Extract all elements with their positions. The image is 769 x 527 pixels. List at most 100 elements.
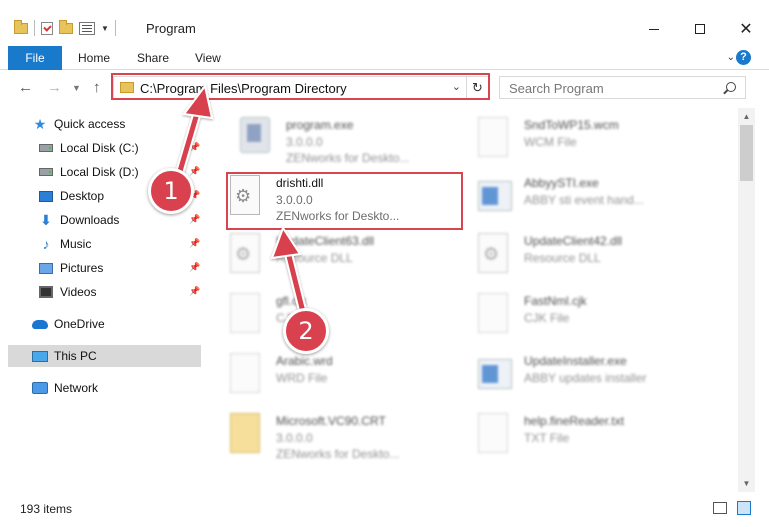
- hard-disk-icon: [38, 164, 54, 180]
- file-item[interactable]: Microsoft.VC90.CRT 3.0.0.0 ZENworks for …: [204, 410, 434, 461]
- divider: [34, 20, 35, 36]
- chevron-down-icon[interactable]: ▼: [101, 24, 109, 33]
- computer-icon: [32, 348, 48, 364]
- help-icon[interactable]: ?: [736, 50, 751, 65]
- large-icons-view-icon[interactable]: [737, 501, 751, 515]
- file-item-drishti-dll[interactable]: drishti.dll 3.0.0.0 ZENworks for Deskto.…: [204, 172, 434, 223]
- tab-share[interactable]: Share: [137, 46, 169, 70]
- sidebar-item-label: Quick access: [54, 117, 126, 131]
- pin-icon[interactable]: 📌: [189, 286, 200, 296]
- sidebar-item-network[interactable]: Network: [8, 377, 201, 399]
- sidebar-item-label: Downloads: [60, 213, 120, 227]
- file-type: WCM File: [524, 135, 577, 149]
- text-document-icon: [478, 413, 512, 457]
- forward-arrow-icon[interactable]: →: [47, 79, 62, 96]
- file-name: Arabic.wrd: [276, 354, 333, 368]
- address-bar[interactable]: C:\Program Files\Program Directory ⌄ ↻: [113, 76, 489, 99]
- status-bar: 193 items: [0, 496, 769, 527]
- file-item[interactable]: help.fineReader.txt TXT File: [452, 410, 682, 460]
- close-icon: ✕: [739, 21, 753, 38]
- document-icon: [478, 117, 512, 161]
- scroll-up-icon[interactable]: ▲: [738, 108, 755, 125]
- file-item[interactable]: UpdateClient42.dll Resource DLL: [452, 230, 682, 280]
- program-exe-icon: [240, 117, 274, 161]
- sidebar-item-this-pc[interactable]: This PC: [8, 345, 201, 367]
- file-name: AbbyySTI.exe: [524, 176, 599, 190]
- tab-file[interactable]: File: [8, 46, 62, 70]
- up-arrow-icon[interactable]: ↑: [93, 79, 101, 96]
- file-list: program.exe 3.0.0.0 ZENworks for Deskto.…: [204, 108, 738, 492]
- file-name: UpdateInstaller.exe: [524, 354, 627, 368]
- file-type: TXT File: [524, 431, 570, 445]
- step-badge-2: 2: [283, 308, 329, 354]
- vertical-scrollbar[interactable]: ▲ ▼: [738, 108, 755, 492]
- folder-icon[interactable]: [14, 19, 28, 34]
- sidebar-item-pictures[interactable]: Pictures 📌: [8, 257, 201, 279]
- file-item[interactable]: SndToWP15.wcm WCM File: [452, 114, 682, 164]
- file-item[interactable]: AbbyySTI.exe ABBY sti event hand...: [452, 172, 682, 222]
- title-bar: ▼ Program ✕: [0, 0, 769, 44]
- properties-check-icon[interactable]: [41, 21, 53, 35]
- tab-view[interactable]: View: [195, 46, 221, 70]
- file-item[interactable]: Arabic.wrd WRD File: [204, 350, 434, 400]
- details-view-icon[interactable]: [713, 502, 727, 514]
- file-item[interactable]: UpdateClient63.dll Resource DLL: [204, 230, 434, 280]
- sidebar-item-label: OneDrive: [54, 317, 105, 331]
- search-placeholder: Search Program: [509, 81, 604, 96]
- customize-icon[interactable]: [79, 21, 95, 35]
- file-name: UpdateClient63.dll: [276, 234, 375, 248]
- sidebar-item-label: Local Disk (D:): [60, 165, 139, 179]
- scrollbar-thumb[interactable]: [740, 125, 753, 181]
- address-path[interactable]: C:\Program Files\Program Directory: [140, 81, 347, 96]
- sidebar-item-onedrive[interactable]: OneDrive: [8, 313, 201, 335]
- cloud-icon: [32, 316, 48, 332]
- navigation-bar: ← → ▼ ↑ C:\Program Files\Program Directo…: [0, 71, 769, 105]
- sidebar-item-label: This PC: [54, 349, 97, 363]
- back-arrow-icon[interactable]: ←: [18, 79, 33, 96]
- pictures-icon: [38, 260, 54, 276]
- pin-icon[interactable]: 📌: [189, 238, 200, 248]
- pin-icon[interactable]: 📌: [189, 166, 200, 176]
- file-name: FastNml.cjk: [524, 294, 587, 308]
- file-type: ABBY updates installer: [524, 371, 647, 385]
- file-item[interactable]: UpdateInstaller.exe ABBY updates install…: [452, 350, 682, 400]
- file-type: CJK File: [524, 311, 570, 325]
- pin-icon[interactable]: 📌: [189, 214, 200, 224]
- step-badge-1: 1: [148, 168, 194, 214]
- sidebar-item-label: Desktop: [60, 189, 105, 203]
- file-version: 3.0.0.0: [276, 431, 313, 445]
- recent-locations-icon[interactable]: ▼: [72, 83, 81, 93]
- file-item[interactable]: FastNml.cjk CJK File: [452, 290, 682, 340]
- search-icon[interactable]: [726, 82, 736, 92]
- dll-gear-icon: [230, 175, 264, 219]
- application-icon: [478, 175, 512, 219]
- expand-ribbon-icon[interactable]: ⌄: [727, 52, 735, 63]
- sidebar-item-music[interactable]: ♪ Music 📌: [8, 233, 201, 255]
- tab-home[interactable]: Home: [78, 46, 110, 70]
- network-icon: [32, 380, 48, 396]
- sidebar-item-videos[interactable]: Videos 📌: [8, 281, 201, 303]
- document-icon: [478, 293, 512, 337]
- chevron-down-icon[interactable]: ⌄: [452, 80, 461, 93]
- search-input[interactable]: Search Program: [499, 76, 746, 99]
- new-folder-icon[interactable]: [59, 19, 73, 34]
- item-count: 193 items: [20, 502, 73, 516]
- close-button[interactable]: ✕: [723, 14, 769, 44]
- pin-icon[interactable]: 📌: [189, 142, 200, 152]
- sidebar-item-local-disk-c[interactable]: Local Disk (C:) 📌: [8, 137, 201, 159]
- document-icon: [230, 353, 264, 397]
- sidebar-item-quick-access[interactable]: ★ Quick access: [8, 113, 201, 135]
- refresh-icon[interactable]: ↻: [466, 77, 488, 98]
- maximize-button[interactable]: [677, 14, 723, 44]
- pin-icon[interactable]: 📌: [189, 262, 200, 272]
- file-item[interactable]: program.exe 3.0.0.0 ZENworks for Deskto.…: [214, 114, 444, 165]
- minimize-button[interactable]: [631, 14, 677, 44]
- file-name: help.fineReader.txt: [524, 414, 625, 428]
- application-icon: [478, 353, 512, 397]
- file-version: 3.0.0.0: [286, 135, 323, 149]
- file-type: Resource DLL: [524, 251, 601, 265]
- quick-access-toolbar: ▼: [14, 19, 116, 36]
- file-name: gfl.cjk: [276, 294, 307, 308]
- scroll-down-icon[interactable]: ▼: [738, 475, 755, 492]
- file-type: Resource DLL: [276, 251, 353, 265]
